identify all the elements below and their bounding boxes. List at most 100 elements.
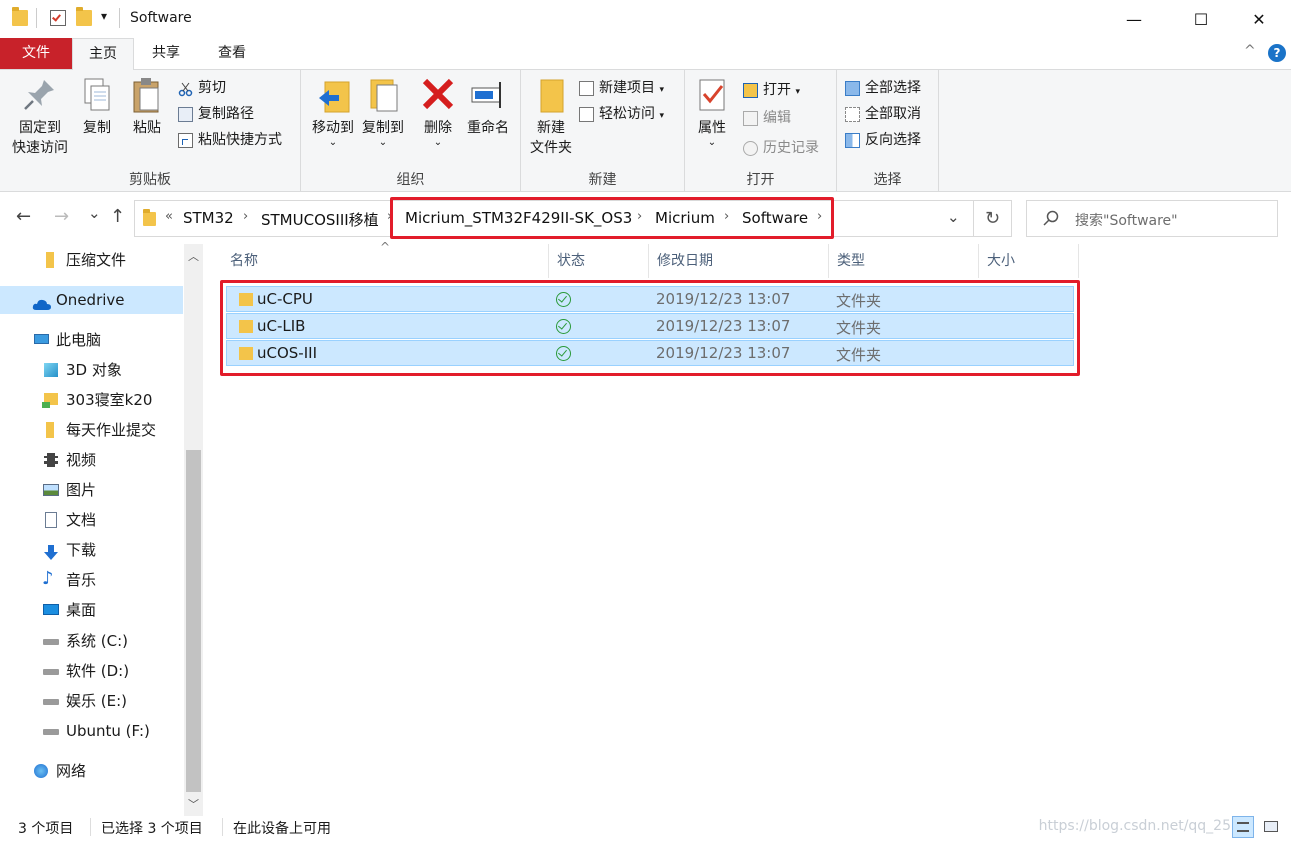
- pin-quick-access-button[interactable]: 固定到 快速访问: [8, 76, 72, 158]
- nav-item-label: 文档: [66, 511, 97, 529]
- refresh-icon: ↻: [984, 208, 1001, 229]
- copy-to-button[interactable]: 复制到 ⌄: [355, 76, 411, 148]
- nav-item-compressed[interactable]: 压缩文件: [46, 246, 126, 274]
- up-button[interactable]: ↑: [110, 206, 125, 227]
- minimize-button[interactable]: —: [1111, 0, 1157, 38]
- nav-item-network[interactable]: 网络: [34, 757, 87, 785]
- paste-button[interactable]: 粘贴: [126, 76, 168, 138]
- properties-button[interactable]: 属性 ⌄: [691, 76, 733, 148]
- properties-quick-icon[interactable]: [50, 10, 66, 26]
- breadcrumb-overflow[interactable]: «: [165, 209, 173, 224]
- nav-item-label: 音乐: [66, 571, 97, 589]
- nav-item-homework[interactable]: 每天作业提交: [46, 416, 156, 444]
- tab-file[interactable]: 文件: [0, 38, 72, 69]
- collapse-ribbon-icon[interactable]: ^: [1244, 43, 1256, 59]
- copy-path-button[interactable]: 复制路径: [176, 102, 254, 126]
- nav-item-label: 娱乐 (E:): [66, 692, 128, 710]
- column-header-size[interactable]: 大小: [979, 244, 1079, 278]
- move-to-label: 移动到: [312, 120, 354, 136]
- quick-access-dropdown-icon[interactable]: ▾: [101, 9, 107, 23]
- nav-item-3d-objects[interactable]: 3D 对象: [44, 356, 122, 384]
- nav-item-label: 软件 (D:): [66, 662, 130, 680]
- drive-icon: [42, 663, 60, 679]
- recent-locations-button[interactable]: ⌄: [88, 204, 101, 222]
- new-folder-button[interactable]: 新建 文件夹: [525, 76, 577, 158]
- cut-button[interactable]: 剪切: [176, 76, 226, 100]
- new-folder-quick-icon[interactable]: [76, 7, 92, 26]
- breadcrumb-item[interactable]: STMUCOSIII移植: [261, 209, 379, 230]
- nav-item-drive-c[interactable]: 系统 (C:): [43, 627, 128, 655]
- invert-selection-label: 反向选择: [865, 132, 921, 148]
- copy-button[interactable]: 复制: [76, 76, 118, 138]
- select-all-button[interactable]: 全部选择: [843, 76, 921, 100]
- easy-access-button[interactable]: 轻松访问 ▾: [577, 102, 664, 126]
- select-none-icon: [845, 107, 860, 122]
- invert-selection-button[interactable]: 反向选择: [843, 128, 921, 152]
- column-header-type[interactable]: 类型: [829, 244, 979, 278]
- refresh-button[interactable]: ↻: [974, 200, 1012, 237]
- tab-home[interactable]: 主页: [72, 38, 134, 71]
- copy-label: 复制: [83, 120, 111, 136]
- column-header-status[interactable]: 状态: [549, 244, 649, 278]
- nav-item-drive-e[interactable]: 娱乐 (E:): [43, 687, 128, 715]
- file-explorer-window: ▾ Software — ☐ ✕ 文件 主页 共享 查看 ^ ? 固定到 快速访…: [0, 0, 1291, 842]
- maximize-icon: ☐: [1193, 9, 1209, 29]
- ribbon-tabs: 文件 主页 共享 查看 ^ ?: [0, 38, 1291, 71]
- nav-item-documents[interactable]: 文档: [45, 506, 97, 534]
- paste-shortcut-button[interactable]: 粘贴快捷方式: [176, 128, 282, 152]
- large-icons-view-button[interactable]: [1260, 816, 1282, 838]
- chevron-down-icon: ⌄: [433, 137, 443, 148]
- nav-item-dorm[interactable]: 303寝室k20: [42, 386, 152, 414]
- cube-icon: [42, 362, 60, 378]
- history-button[interactable]: 历史记录: [741, 136, 819, 160]
- column-header-name[interactable]: 名称: [222, 244, 549, 278]
- ribbon: 固定到 快速访问 复制 粘贴 剪切 复制路径 粘贴快捷方式 剪贴板 移动到 ⌄ …: [0, 70, 1291, 192]
- nav-scrollbar[interactable]: ︿ ﹀: [184, 244, 203, 816]
- new-item-button[interactable]: 新建项目 ▾: [577, 76, 664, 100]
- edit-button[interactable]: 编辑: [741, 106, 791, 130]
- folder-icon: [12, 7, 28, 26]
- details-view-button[interactable]: [1232, 816, 1254, 838]
- help-icon[interactable]: ?: [1268, 44, 1286, 62]
- tab-view[interactable]: 查看: [204, 38, 260, 69]
- window-title: Software: [130, 10, 192, 26]
- forward-button[interactable]: →: [54, 206, 69, 227]
- availability-status: 在此设备上可用: [233, 821, 331, 837]
- file-list: ^ 名称 状态 修改日期 类型 大小 uC-CPU 2019/12/23 13:…: [204, 240, 1291, 816]
- nav-item-downloads[interactable]: 下载: [44, 536, 96, 564]
- nav-item-label: Onedrive: [56, 291, 125, 309]
- search-input[interactable]: 搜索"Software": [1026, 200, 1278, 237]
- open-button[interactable]: 打开 ▾: [741, 78, 800, 102]
- search-placeholder: 搜索"Software": [1075, 213, 1178, 229]
- address-dropdown-button[interactable]: ⌄: [947, 208, 960, 226]
- select-all-label: 全部选择: [865, 80, 921, 96]
- scroll-down-icon[interactable]: ﹀: [188, 796, 199, 812]
- column-header-date[interactable]: 修改日期: [649, 244, 829, 278]
- nav-item-desktop[interactable]: 桌面: [43, 596, 96, 624]
- nav-item-drive-f[interactable]: Ubuntu (F:): [43, 717, 150, 745]
- close-button[interactable]: ✕: [1236, 0, 1282, 38]
- nav-item-onedrive[interactable]: Onedrive: [32, 286, 125, 314]
- nav-item-music[interactable]: ♪ 音乐: [42, 566, 97, 594]
- delete-button[interactable]: 删除 ⌄: [417, 76, 459, 148]
- nav-item-this-pc[interactable]: 此电脑: [34, 326, 101, 354]
- nav-item-drive-d[interactable]: 软件 (D:): [43, 657, 130, 685]
- rename-button[interactable]: 重命名: [463, 76, 513, 138]
- paste-shortcut-label: 粘贴快捷方式: [198, 132, 282, 148]
- scrollbar-thumb[interactable]: [186, 450, 201, 792]
- delete-icon: [420, 76, 456, 114]
- close-icon: ✕: [1252, 9, 1266, 29]
- tab-share[interactable]: 共享: [138, 38, 194, 69]
- move-to-button[interactable]: 移动到 ⌄: [305, 76, 361, 148]
- nav-item-videos[interactable]: 视频: [44, 446, 96, 474]
- maximize-button[interactable]: ☐: [1178, 0, 1224, 38]
- nav-item-pictures[interactable]: 图片: [43, 476, 96, 504]
- new-item-label: 新建项目: [599, 80, 655, 96]
- scroll-up-icon[interactable]: ︿: [188, 248, 199, 264]
- picture-icon: [42, 482, 60, 498]
- nav-item-label: 网络: [56, 762, 87, 780]
- back-button[interactable]: ←: [16, 206, 31, 227]
- select-none-button[interactable]: 全部取消: [843, 102, 921, 126]
- chevron-right-icon[interactable]: ›: [243, 209, 248, 224]
- breadcrumb-item[interactable]: STM32: [183, 209, 234, 227]
